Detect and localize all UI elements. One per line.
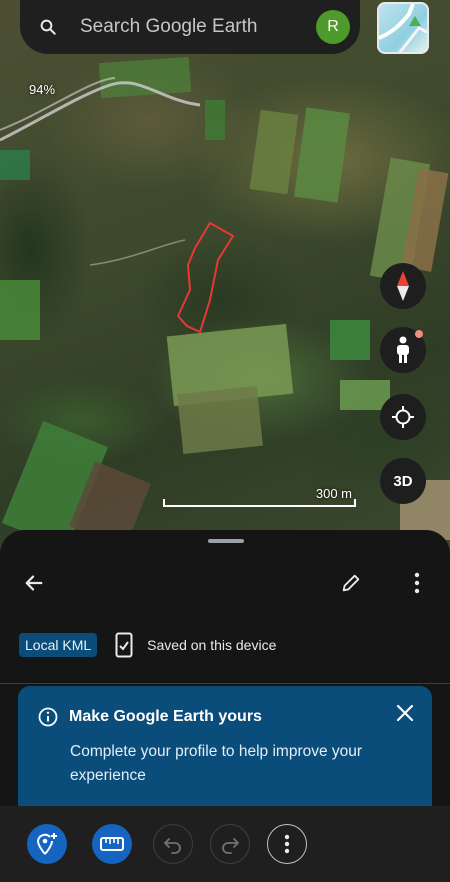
undo-icon [163, 838, 181, 854]
back-button[interactable] [19, 568, 49, 598]
divider [0, 683, 450, 684]
more-icon [284, 834, 290, 854]
promo-header: Make Google Earth yours [38, 707, 262, 727]
map-thumbnail-icon [379, 4, 427, 52]
add-placemark-icon [36, 833, 57, 855]
bottom-toolbar [0, 806, 450, 882]
kml-polygon [176, 221, 235, 334]
sheet-drag-handle[interactable] [208, 539, 244, 543]
arrow-back-icon [25, 575, 43, 591]
more-vert-icon [414, 572, 420, 594]
map-layers-button[interactable] [377, 2, 429, 54]
view-3d-button[interactable]: 3D [380, 458, 426, 504]
map-scale: 300 m [163, 485, 356, 507]
redo-icon [222, 838, 240, 854]
avatar[interactable]: R [316, 10, 350, 44]
satellite-map[interactable]: Search Google Earth R 94% 3D 300 m [0, 0, 450, 560]
my-location-icon [392, 406, 414, 428]
measure-button[interactable] [92, 824, 132, 864]
close-icon [396, 704, 414, 722]
saved-status-text: Saved on this device [147, 637, 277, 653]
pencil-icon [342, 574, 360, 592]
kml-info-row: Local KML Saved on this device [19, 632, 276, 658]
search-icon[interactable] [38, 17, 58, 37]
compass-button[interactable] [380, 263, 426, 309]
profile-promo-card[interactable]: Make Google Earth yours Complete your pr… [18, 686, 432, 806]
scale-bar [163, 499, 356, 507]
info-icon [38, 707, 58, 727]
promo-title: Make Google Earth yours [69, 708, 262, 725]
more-options-button[interactable] [402, 568, 432, 598]
my-location-button[interactable] [380, 394, 426, 440]
device-saved-icon [115, 632, 133, 658]
compass-icon [397, 271, 409, 301]
pegman-icon [397, 336, 409, 363]
edit-button[interactable] [336, 568, 366, 598]
search-bar[interactable]: Search Google Earth R [20, 0, 360, 54]
more-tools-button[interactable] [267, 824, 307, 864]
promo-close-button[interactable] [394, 702, 416, 724]
street-view-button[interactable] [380, 327, 426, 373]
add-placemark-button[interactable] [27, 824, 67, 864]
notification-dot [415, 330, 423, 338]
sheet-toolbar [0, 562, 450, 602]
local-kml-chip: Local KML [19, 633, 98, 657]
undo-button[interactable] [153, 824, 193, 864]
promo-body: Complete your profile to help improve yo… [70, 743, 363, 784]
search-input[interactable]: Search Google Earth [80, 16, 316, 38]
ruler-icon [100, 837, 124, 851]
zoom-label: 94% [29, 82, 56, 97]
redo-button[interactable] [210, 824, 250, 864]
